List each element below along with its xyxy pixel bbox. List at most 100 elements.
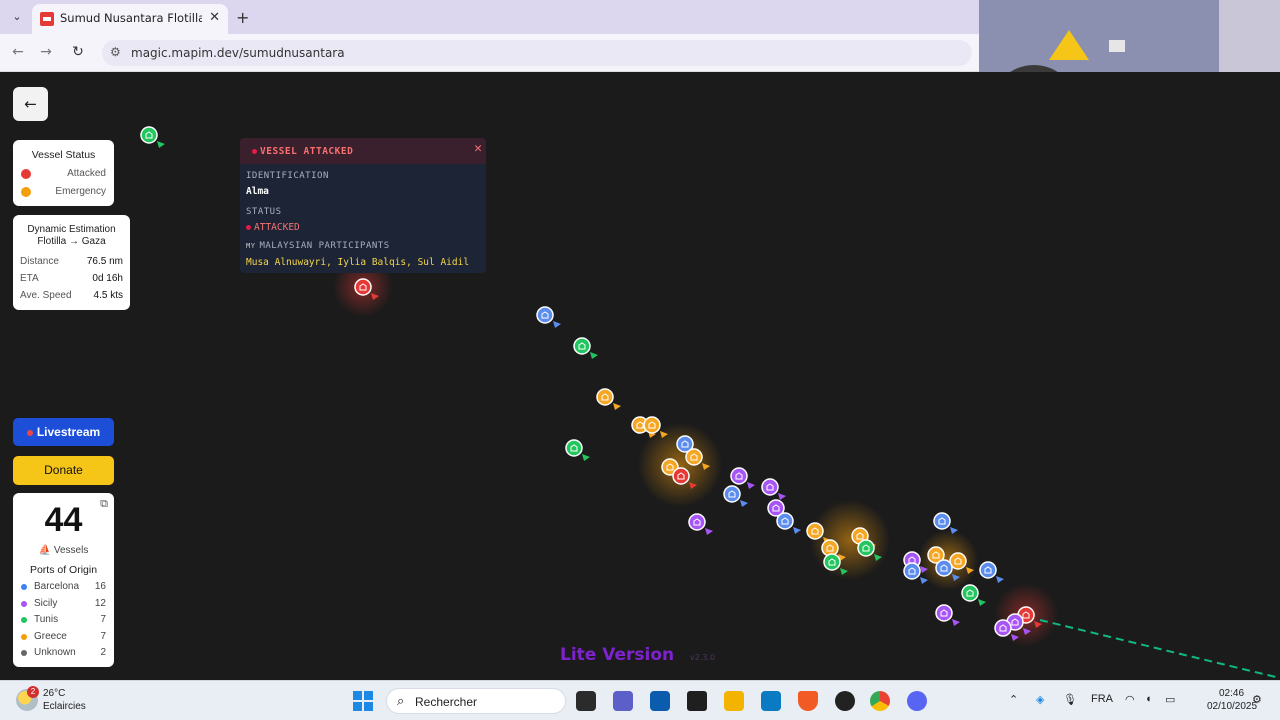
vessel-marker[interactable] xyxy=(573,337,598,359)
estimation-label: Ave. Speed xyxy=(20,290,72,301)
port-count: 16 xyxy=(94,581,106,592)
live-dot-icon xyxy=(26,429,33,436)
file-explorer-icon[interactable] xyxy=(724,691,744,711)
language-indicator[interactable]: FRA xyxy=(1091,693,1113,705)
estimation-row-speed: Ave. Speed 4.5 kts xyxy=(20,290,123,304)
port-dot xyxy=(21,600,27,607)
malaysia-flag-icon: MY xyxy=(246,242,256,250)
port-name: Tunis xyxy=(34,614,59,625)
legend-row-attacked: Attacked xyxy=(13,167,114,181)
clock-time[interactable]: 02:46 xyxy=(1219,688,1244,699)
search-icon: ⌕ xyxy=(397,693,405,708)
route-line xyxy=(1039,619,1280,679)
defender-icon[interactable]: ◈ xyxy=(1036,693,1044,706)
vessel-marker[interactable] xyxy=(565,439,590,461)
vessel-marker[interactable] xyxy=(596,388,621,410)
emergency-glow xyxy=(918,530,978,590)
estimation-value: 76.5 nm xyxy=(86,256,123,267)
legend-dot-emergency xyxy=(21,187,31,197)
teams-icon[interactable] xyxy=(613,691,633,711)
legend-title: Vessel Status xyxy=(31,149,96,161)
port-dot xyxy=(21,633,27,640)
weather-badge: 2 xyxy=(27,686,39,698)
status-label: STATUS xyxy=(246,207,282,217)
estimation-label: ETA xyxy=(20,273,39,284)
port-count: 2 xyxy=(100,647,106,658)
estimation-row-eta: ETA 0d 16h xyxy=(20,273,123,287)
weather-temperature: 26°C xyxy=(43,688,66,699)
vessel-status-legend: Vessel Status Attacked Emergency xyxy=(13,140,114,206)
port-dot xyxy=(21,650,27,656)
port-count: 7 xyxy=(100,614,106,625)
status-value: ATTACKED xyxy=(246,222,300,233)
identification-label: IDENTIFICATION xyxy=(246,171,329,181)
port-row: Tunis 7 xyxy=(13,614,114,627)
wifi-icon[interactable]: ◠ xyxy=(1125,693,1135,706)
weather-description: Eclaircies xyxy=(43,701,86,712)
port-name: Sicily xyxy=(34,597,58,609)
battery-icon[interactable]: ▭ xyxy=(1165,693,1175,706)
vessel-marker[interactable] xyxy=(688,513,713,535)
store-icon[interactable] xyxy=(650,691,670,711)
search-placeholder: Rechercher xyxy=(415,695,478,709)
participants-names: Musa Alnuwayri, Iylia Balqis, Sul Aidil xyxy=(246,257,470,268)
alert-dot-icon xyxy=(252,149,257,154)
vessels-summary-panel: ⧉ 44 ⛵ Vessels Ports of Origin Barcelona… xyxy=(13,493,114,667)
status-dot-icon xyxy=(246,225,251,230)
popup-title: VESSEL ATTACKED xyxy=(252,146,353,157)
vessels-label: ⛵ Vessels xyxy=(38,545,89,556)
vessel-marker[interactable] xyxy=(961,584,986,606)
vessel-marker[interactable] xyxy=(776,512,801,534)
legend-label: Emergency xyxy=(55,186,106,197)
vessel-count: 44 xyxy=(44,501,83,539)
vessel-marker[interactable] xyxy=(140,126,165,148)
taskbar-search[interactable]: ⌕ Rechercher xyxy=(386,688,566,714)
vessel-marker[interactable] xyxy=(536,306,561,328)
identification-value: Alma xyxy=(246,186,269,197)
legend-label: Attacked xyxy=(67,168,106,179)
vessel-marker[interactable] xyxy=(761,478,786,500)
task-view-icon[interactable] xyxy=(576,691,596,711)
boat-icon: ⛵ xyxy=(38,545,54,556)
estimation-row-distance: Distance 76.5 nm xyxy=(20,256,123,270)
port-dot xyxy=(21,584,27,590)
estimation-title: Dynamic Estimation Flotilla → Gaza xyxy=(27,224,116,247)
vessel-marker[interactable] xyxy=(723,485,748,507)
port-dot xyxy=(21,617,27,623)
participants-label: MY MALAYSIAN PARTICIPANTS xyxy=(246,241,390,251)
map-back-button[interactable]: ← xyxy=(13,87,48,121)
windows-start-icon[interactable] xyxy=(353,691,373,711)
volume-icon[interactable]: ◖ xyxy=(1145,693,1152,705)
estimation-value: 0d 16h xyxy=(92,273,123,284)
port-row: Greece 7 xyxy=(13,631,114,644)
discord-icon[interactable] xyxy=(907,691,927,711)
clock-date[interactable]: 02/10/2025 xyxy=(1207,701,1257,712)
popup-close-icon[interactable]: ✕ xyxy=(474,141,482,156)
microphone-icon[interactable]: 🎙 xyxy=(1063,693,1077,706)
port-count: 7 xyxy=(100,630,106,642)
vessel-marker[interactable] xyxy=(979,561,1004,583)
port-row: Sicily 12 xyxy=(13,598,114,611)
port-name: Barcelona xyxy=(34,581,80,592)
chrome-icon[interactable] xyxy=(870,691,890,711)
tray-chevron-icon[interactable]: ⌃ xyxy=(1009,693,1018,706)
ports-of-origin-title: Ports of Origin xyxy=(29,564,98,576)
vessel-marker[interactable] xyxy=(935,604,960,626)
lite-version-label: Lite Version xyxy=(560,645,675,665)
port-count: 12 xyxy=(94,597,106,609)
popup-header: VESSEL ATTACKED xyxy=(240,138,486,164)
notification-icon[interactable]: ⚙ xyxy=(1252,693,1262,706)
vessel-map-layer xyxy=(140,126,1280,679)
brave-icon[interactable] xyxy=(798,691,818,711)
obs-icon[interactable] xyxy=(835,691,855,711)
donate-button[interactable]: Donate xyxy=(13,456,114,485)
legend-row-emergency: Emergency xyxy=(13,185,114,199)
dynamic-estimation-panel: Dynamic Estimation Flotilla → Gaza Dista… xyxy=(13,215,130,310)
port-row: Barcelona 16 xyxy=(13,581,114,594)
estimation-value: 4.5 kts xyxy=(93,290,123,301)
port-row: Unknown 2 xyxy=(13,647,114,660)
dropbox-icon[interactable] xyxy=(687,691,707,711)
livestream-button[interactable]: Livestream xyxy=(13,418,114,446)
remote-desktop-icon[interactable] xyxy=(761,691,781,711)
livestream-label: Livestream xyxy=(36,425,101,439)
